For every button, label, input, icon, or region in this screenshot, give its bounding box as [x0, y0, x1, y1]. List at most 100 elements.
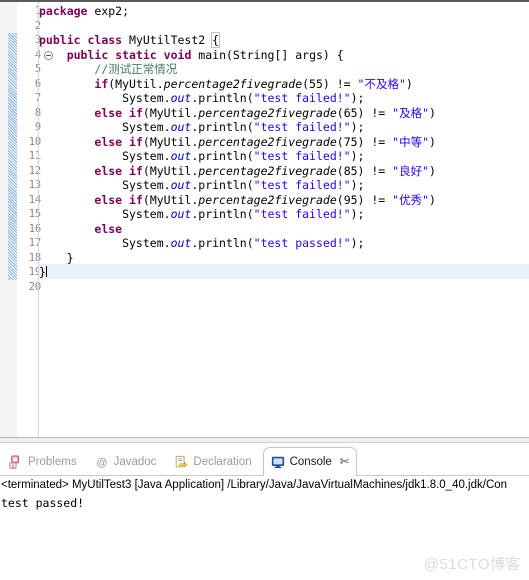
code-token: System. — [39, 207, 171, 221]
tab-declaration[interactable]: Declaration — [167, 447, 258, 476]
code-token: .println( — [191, 120, 254, 134]
code-token: else — [94, 192, 123, 207]
code-token: ) — [405, 76, 413, 91]
code-token: ); — [350, 91, 365, 105]
code-token: .println( — [191, 178, 254, 192]
code-token: else — [94, 134, 123, 149]
tab-console[interactable]: Console ✄ — [262, 447, 358, 476]
code-token: out — [170, 178, 192, 192]
code-token: "良好" — [392, 163, 430, 178]
tab-label: Console — [289, 456, 332, 468]
code-token: out — [170, 120, 192, 134]
code-token: ) — [429, 105, 436, 120]
code-token: else — [94, 105, 123, 120]
code-token: "test failed!" — [253, 149, 351, 163]
tab-problems[interactable]: x Problems — [2, 447, 84, 476]
console-stdout-text: test passed! — [1, 496, 85, 510]
code-token: ) — [429, 192, 436, 207]
code-token: { — [211, 32, 221, 48]
code-token: void — [163, 47, 192, 62]
change-bar-marker — [8, 33, 17, 280]
code-token: main(String[] args) { — [191, 47, 344, 62]
code-token: if — [94, 76, 109, 91]
code-token: else — [94, 163, 123, 178]
code-line: System.out.println("test failed!"); — [39, 178, 529, 193]
code-token: (95) != — [336, 192, 393, 207]
code-token: "test failed!" — [253, 120, 351, 134]
code-token: out — [170, 207, 192, 221]
code-token: package — [39, 4, 88, 18]
code-token: percentage2fivegrade — [198, 192, 337, 207]
code-line: public class MyUtilTest2 { — [39, 32, 529, 48]
code-line: } — [39, 265, 529, 280]
code-token: percentage2fivegrade — [163, 76, 303, 91]
code-token: exp2; — [87, 4, 130, 18]
code-token: System. — [39, 149, 171, 163]
code-token: (55) != — [302, 76, 358, 91]
code-token: percentage2fivegrade — [198, 163, 337, 178]
code-line: System.out.println("test failed!"); — [39, 120, 529, 135]
code-token: if — [129, 163, 143, 178]
code-token: (MyUtil. — [142, 134, 199, 149]
view-tab-bar[interactable]: x Problems @ Javadoc Declaration Console ✄ — [0, 443, 529, 476]
code-line: else — [39, 222, 529, 237]
console-icon — [271, 455, 285, 469]
site-watermark: @51CTO博客 — [423, 556, 521, 573]
code-token: public — [66, 47, 109, 62]
code-token: ); — [350, 236, 365, 250]
code-token: class — [87, 33, 123, 47]
code-token: if — [129, 105, 143, 120]
java-code-editor[interactable]: 1234567891011121314151617181920 package … — [0, 2, 529, 437]
code-token: System. — [39, 91, 171, 105]
text-cursor — [45, 266, 47, 277]
code-token: (MyUtil. — [142, 163, 199, 178]
code-token: percentage2fivegrade — [198, 105, 337, 120]
code-token: (75) != — [336, 134, 393, 149]
code-token: .println( — [191, 149, 254, 163]
code-line: public static void main(String[] args) { — [39, 48, 529, 63]
code-text-area[interactable]: package exp2; public class MyUtilTest2 { … — [39, 2, 529, 437]
close-icon[interactable]: ✄ — [340, 456, 349, 468]
code-line: System.out.println("test failed!"); — [39, 149, 529, 164]
change-bar-strip — [8, 2, 17, 437]
code-token: (MyUtil. — [108, 76, 164, 91]
code-token: .println( — [191, 207, 254, 221]
code-token: (MyUtil. — [142, 192, 199, 207]
console-launch-status-line: <terminated> MyUtilTest3 [Java Applicati… — [1, 479, 508, 491]
code-token: "不及格" — [357, 76, 406, 91]
code-token: out — [170, 149, 192, 163]
code-token: public — [39, 33, 81, 47]
code-line: package exp2; — [39, 4, 529, 19]
code-token: ) — [429, 163, 436, 178]
code-line: else if(MyUtil.percentage2fivegrade(95) … — [39, 193, 529, 208]
code-token: percentage2fivegrade — [198, 134, 337, 149]
code-token: "test passed!" — [253, 236, 351, 250]
code-token: System. — [39, 178, 171, 192]
code-line: if(MyUtil.percentage2fivegrade(55) != "不… — [39, 77, 529, 92]
tab-label: Javadoc — [113, 455, 157, 468]
tab-label: Problems — [28, 455, 77, 468]
code-token: out — [170, 236, 192, 250]
tab-javadoc[interactable]: @ Javadoc — [88, 447, 164, 476]
code-token: System. — [39, 120, 171, 134]
code-token: "test failed!" — [253, 178, 351, 192]
code-token: "及格" — [392, 105, 430, 120]
code-token: out — [170, 91, 192, 105]
code-line: System.out.println("test passed!"); — [39, 236, 529, 251]
svg-text:x: x — [12, 463, 15, 469]
code-token: static — [115, 47, 157, 62]
code-token: ); — [350, 207, 365, 221]
code-token: MyUtilTest2 — [122, 33, 213, 47]
code-token: if — [129, 192, 143, 207]
